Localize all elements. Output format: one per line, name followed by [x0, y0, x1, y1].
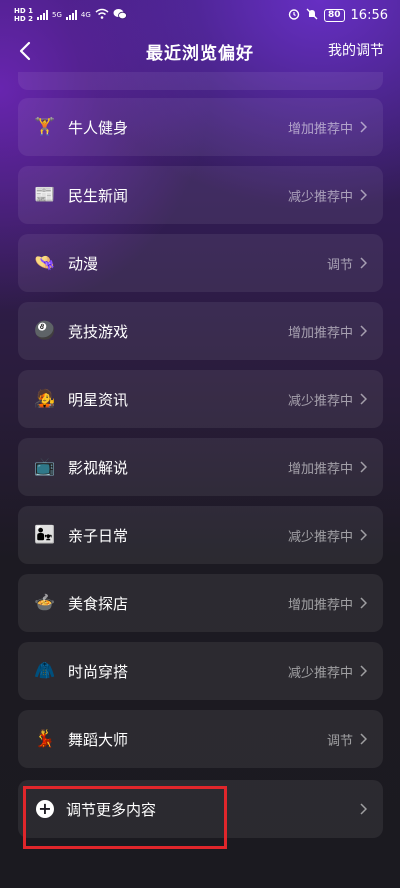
- list-item[interactable]: 🍲 美食探店 增加推荐中: [18, 574, 383, 632]
- chevron-right-icon: [359, 732, 369, 746]
- dancer-icon: 💃: [34, 729, 56, 749]
- list-item[interactable]: 📰 民生新闻 减少推荐中: [18, 166, 383, 224]
- chevron-right-icon: [359, 188, 369, 202]
- status-left: HD 1 HD 2 5G 4G: [14, 7, 127, 23]
- chevron-right-icon: [359, 392, 369, 406]
- list-item-label: 动漫: [68, 254, 99, 273]
- fitness-icon: 🏋: [34, 117, 56, 137]
- list-item[interactable]: 👨‍👧 亲子日常 减少推荐中: [18, 506, 383, 564]
- list-item-status: 减少推荐中: [287, 189, 353, 205]
- newspaper-icon: 📰: [34, 185, 56, 205]
- list-item-status: 增加推荐中: [287, 325, 353, 341]
- chevron-right-icon: [359, 324, 369, 338]
- list-item-label: 亲子日常: [68, 526, 129, 545]
- status-bar: HD 1 HD 2 5G 4G 80 16:56: [0, 0, 400, 30]
- hd-indicator: HD 1 HD 2: [14, 7, 33, 23]
- battery-indicator: 80: [324, 8, 345, 22]
- billiard-ball-icon: 🎱: [34, 321, 56, 341]
- list-item-status: 减少推荐中: [287, 529, 353, 545]
- list-item-label: 时尚穿搭: [68, 662, 129, 681]
- list-item-label: 舞蹈大师: [68, 730, 129, 749]
- list-item-status: 减少推荐中: [287, 393, 353, 409]
- list-item[interactable]: 📺 影视解说 增加推荐中: [18, 438, 383, 496]
- network-type-1: 5G: [51, 11, 62, 19]
- list-item-status: 增加推荐中: [287, 597, 353, 613]
- header: 最近浏览偏好 我的调节: [0, 30, 400, 72]
- list-item-label: 美食探店: [68, 594, 129, 613]
- list-item-status: 增加推荐中: [287, 461, 353, 477]
- coat-icon: 🧥: [34, 661, 56, 681]
- food-bowl-icon: 🍲: [34, 593, 56, 613]
- chevron-right-icon: [359, 460, 369, 474]
- list-item-status: 调节: [326, 257, 353, 273]
- list-item-label: 竞技游戏: [68, 322, 129, 341]
- hd-line-2: HD 2: [14, 15, 33, 23]
- hd-line-1: HD 1: [14, 7, 33, 15]
- list-item-label: 民生新闻: [68, 186, 129, 205]
- list-item-status: 增加推荐中: [287, 121, 353, 137]
- list-item-status: 调节: [326, 733, 353, 749]
- chevron-right-icon: [359, 596, 369, 610]
- signal-1-icon: [36, 10, 48, 20]
- wifi-icon: [95, 8, 109, 22]
- wechat-icon: [113, 8, 127, 23]
- clock: 16:56: [350, 7, 388, 23]
- my-adjust-link[interactable]: 我的调节: [328, 40, 384, 60]
- chevron-right-icon: [359, 664, 369, 678]
- chevron-right-icon: [359, 120, 369, 134]
- hat-icon: 👒: [34, 253, 56, 273]
- back-button[interactable]: [12, 38, 38, 64]
- chevron-left-icon: [19, 41, 31, 61]
- chevron-right-icon: [359, 528, 369, 542]
- status-right: 80 16:56: [288, 8, 388, 23]
- list-item[interactable]: 👒 动漫 调节: [18, 234, 383, 292]
- page-title: 最近浏览偏好: [146, 43, 254, 64]
- chevron-right-icon: [359, 802, 369, 816]
- list-item-status: 减少推荐中: [287, 665, 353, 681]
- list-item-label: 明星资讯: [68, 390, 129, 409]
- signal-2-icon: [65, 10, 77, 20]
- list-item-label: 牛人健身: [68, 118, 129, 137]
- list-item-partial: [18, 72, 383, 90]
- chevron-right-icon: [359, 256, 369, 270]
- family-icon: 👨‍👧: [34, 525, 56, 545]
- highlight-box: [23, 786, 227, 849]
- list-item[interactable]: 🏋 牛人健身 增加推荐中: [18, 98, 383, 156]
- list-item[interactable]: 🎱 竞技游戏 增加推荐中: [18, 302, 383, 360]
- alarm-icon: [288, 8, 300, 23]
- network-type-2: 4G: [80, 11, 91, 19]
- list-item[interactable]: 🧑‍🎤 明星资讯 减少推荐中: [18, 370, 383, 428]
- tv-icon: 📺: [34, 457, 56, 477]
- mute-bell-icon: [306, 8, 318, 23]
- singer-icon: 🧑‍🎤: [34, 389, 56, 409]
- list-item[interactable]: 💃 舞蹈大师 调节: [18, 710, 383, 768]
- list-item[interactable]: 🧥 时尚穿搭 减少推荐中: [18, 642, 383, 700]
- list-item-label: 影视解说: [68, 458, 129, 477]
